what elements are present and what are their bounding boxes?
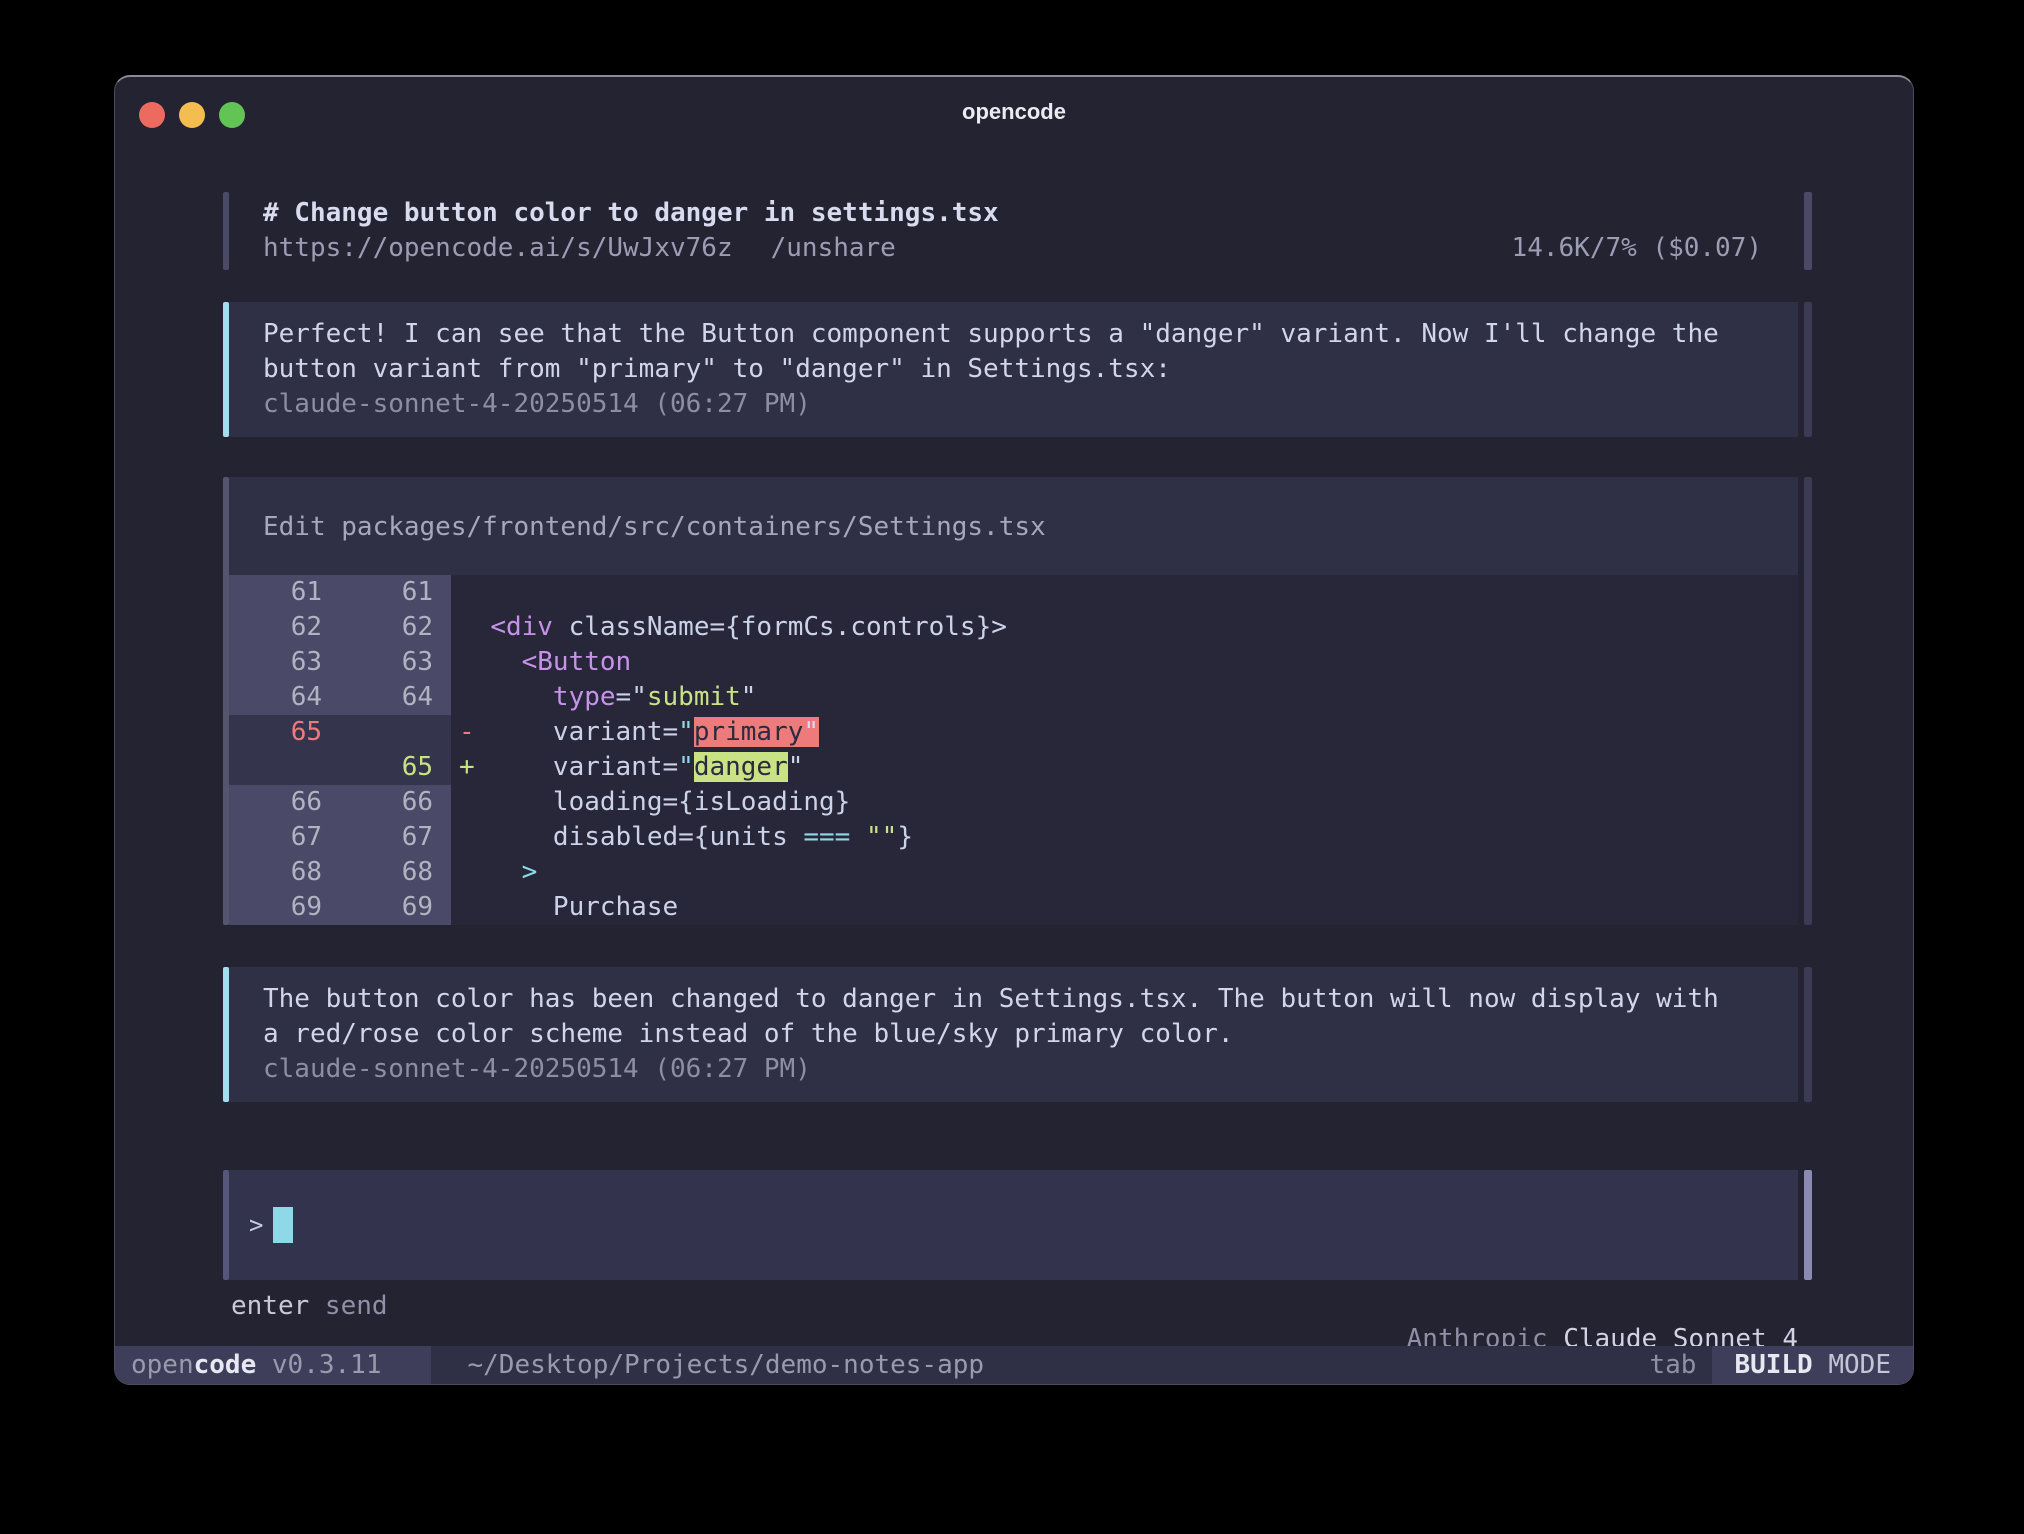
diff-new-line-number [340, 715, 451, 750]
header-right-border [1804, 192, 1812, 270]
share-url-link[interactable]: https://opencode.ai/s/UwJxv76z [263, 231, 733, 266]
diff-code-line [451, 575, 1798, 610]
diff-code-line: <Button [451, 645, 1798, 680]
diff-code-line: - variant="primary" [451, 715, 1798, 750]
edit-right-border [1804, 477, 1812, 925]
prompt-input-block: > [223, 1170, 1913, 1280]
diff-row: 6161 [229, 575, 1798, 610]
diff-new-line-number: 69 [340, 890, 451, 925]
message-text-line: button variant from "primary" to "danger… [263, 352, 1762, 387]
diff-code-line: + variant="danger" [451, 750, 1798, 785]
diff-row: 65 - variant="primary" [229, 715, 1798, 750]
diff-row: 65+ variant="danger" [229, 750, 1798, 785]
diff-row: 6969 Purchase [229, 890, 1798, 925]
message-right-border [1804, 302, 1812, 437]
mode-suffix: MODE [1813, 1350, 1891, 1380]
mode-name: BUILD [1734, 1350, 1812, 1380]
message-model-timestamp: claude-sonnet-4-20250514 (06:27 PM) [263, 387, 1762, 422]
message-right-border [1804, 967, 1812, 1102]
diff-row: 6868 > [229, 855, 1798, 890]
edit-tool-block: Edit packages/frontend/src/containers/Se… [223, 477, 1913, 925]
message-text-line: Perfect! I can see that the Button compo… [263, 317, 1762, 352]
working-directory-path: ~/Desktop/Projects/demo-notes-app [467, 1350, 984, 1380]
diff-code-line: Purchase [451, 890, 1798, 925]
diff-old-line-number: 62 [229, 610, 340, 645]
unshare-command[interactable]: /unshare [771, 231, 896, 266]
diff-old-line-number: 67 [229, 820, 340, 855]
edit-file-title: Edit packages/frontend/src/containers/Se… [229, 477, 1798, 575]
diff-old-line-number [229, 750, 340, 785]
diff-code-line: type="submit" [451, 680, 1798, 715]
session-header: # Change button color to danger in setti… [223, 192, 1913, 270]
mode-chip[interactable]: BUILD MODE [1712, 1346, 1913, 1384]
diff-new-line-number: 65 [340, 750, 451, 785]
diff-old-line-number: 61 [229, 575, 340, 610]
brand-open: open [131, 1350, 194, 1380]
diff-code-line: loading={isLoading} [451, 785, 1798, 820]
text-cursor [273, 1207, 293, 1243]
diff-old-line-number: 69 [229, 890, 340, 925]
session-title: # Change button color to danger in setti… [263, 196, 1762, 231]
diff-old-line-number: 66 [229, 785, 340, 820]
diff-old-line-number: 64 [229, 680, 340, 715]
diff-row: 6262 <div className={formCs.controls}> [229, 610, 1798, 645]
prompt-caret: > [249, 1211, 263, 1239]
message-model-timestamp: claude-sonnet-4-20250514 (06:27 PM) [263, 1052, 1762, 1087]
prompt-input[interactable]: > [229, 1170, 1798, 1280]
diff-old-line-number: 68 [229, 855, 340, 890]
diff-table: 61616262 <div className={formCs.controls… [229, 575, 1798, 925]
diff-old-line-number: 65 [229, 715, 340, 750]
opencode-window: opencode # Change button color to danger… [114, 75, 1914, 1385]
diff-new-line-number: 68 [340, 855, 451, 890]
diff-code-line: disabled={units === ""} [451, 820, 1798, 855]
diff-new-line-number: 67 [340, 820, 451, 855]
diff-old-line-number: 63 [229, 645, 340, 680]
diff-new-line-number: 66 [340, 785, 451, 820]
tab-key-hint[interactable]: tab [1649, 1350, 1696, 1380]
assistant-message: The button color has been changed to dan… [223, 967, 1913, 1102]
app-version: v0.3.11 [256, 1350, 381, 1380]
message-text-line: a red/rose color scheme instead of the b… [263, 1017, 1762, 1052]
input-right-border [1804, 1170, 1812, 1280]
diff-new-line-number: 63 [340, 645, 451, 680]
diff-code-line: > [451, 855, 1798, 890]
desktop-background: opencode # Change button color to danger… [0, 0, 2024, 1534]
token-cost-stats: 14.6K/7% ($0.07) [1512, 231, 1762, 266]
message-text-line: The button color has been changed to dan… [263, 982, 1762, 1017]
diff-new-line-number: 64 [340, 680, 451, 715]
diff-new-line-number: 61 [340, 575, 451, 610]
app-version-chip: opencode v0.3.11 [115, 1346, 431, 1384]
brand-code: code [194, 1350, 257, 1380]
diff-new-line-number: 62 [340, 610, 451, 645]
diff-row: 6666 loading={isLoading} [229, 785, 1798, 820]
assistant-message: Perfect! I can see that the Button compo… [223, 302, 1913, 437]
title-bar[interactable]: opencode [115, 77, 1913, 147]
diff-code-line: <div className={formCs.controls}> [451, 610, 1798, 645]
diff-row: 6363 <Button [229, 645, 1798, 680]
status-bar: opencode v0.3.11 ~/Desktop/Projects/demo… [115, 1346, 1913, 1384]
diff-row: 6767 disabled={units === ""} [229, 820, 1798, 855]
window-title: opencode [115, 99, 1913, 125]
diff-row: 6464 type="submit" [229, 680, 1798, 715]
